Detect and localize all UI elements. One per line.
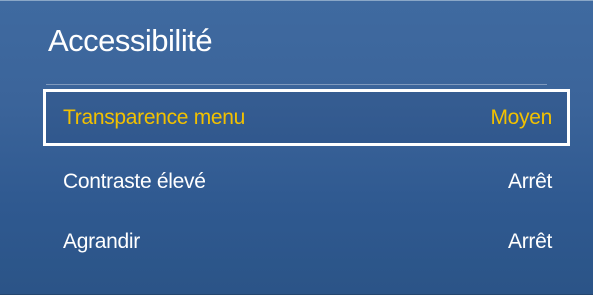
menu-item-agrandir[interactable]: Agrandir Arrêt <box>43 213 570 270</box>
accessibility-menu-panel: Accessibilité Transparence menu Moyen Co… <box>0 0 593 295</box>
menu-item-value: Arrêt <box>507 169 552 193</box>
menu-item-value: Moyen <box>490 105 552 129</box>
menu-item-contraste-eleve[interactable]: Contraste élevé Arrêt <box>43 153 570 210</box>
menu-item-label: Contraste élevé <box>63 169 206 193</box>
title-divider <box>46 84 547 85</box>
menu-item-value: Arrêt <box>507 229 552 253</box>
menu-item-transparence-menu[interactable]: Transparence menu Moyen <box>43 89 570 146</box>
menu-item-label: Agrandir <box>63 229 140 253</box>
menu-item-label: Transparence menu <box>63 105 246 129</box>
menu-title: Accessibilité <box>48 23 213 58</box>
